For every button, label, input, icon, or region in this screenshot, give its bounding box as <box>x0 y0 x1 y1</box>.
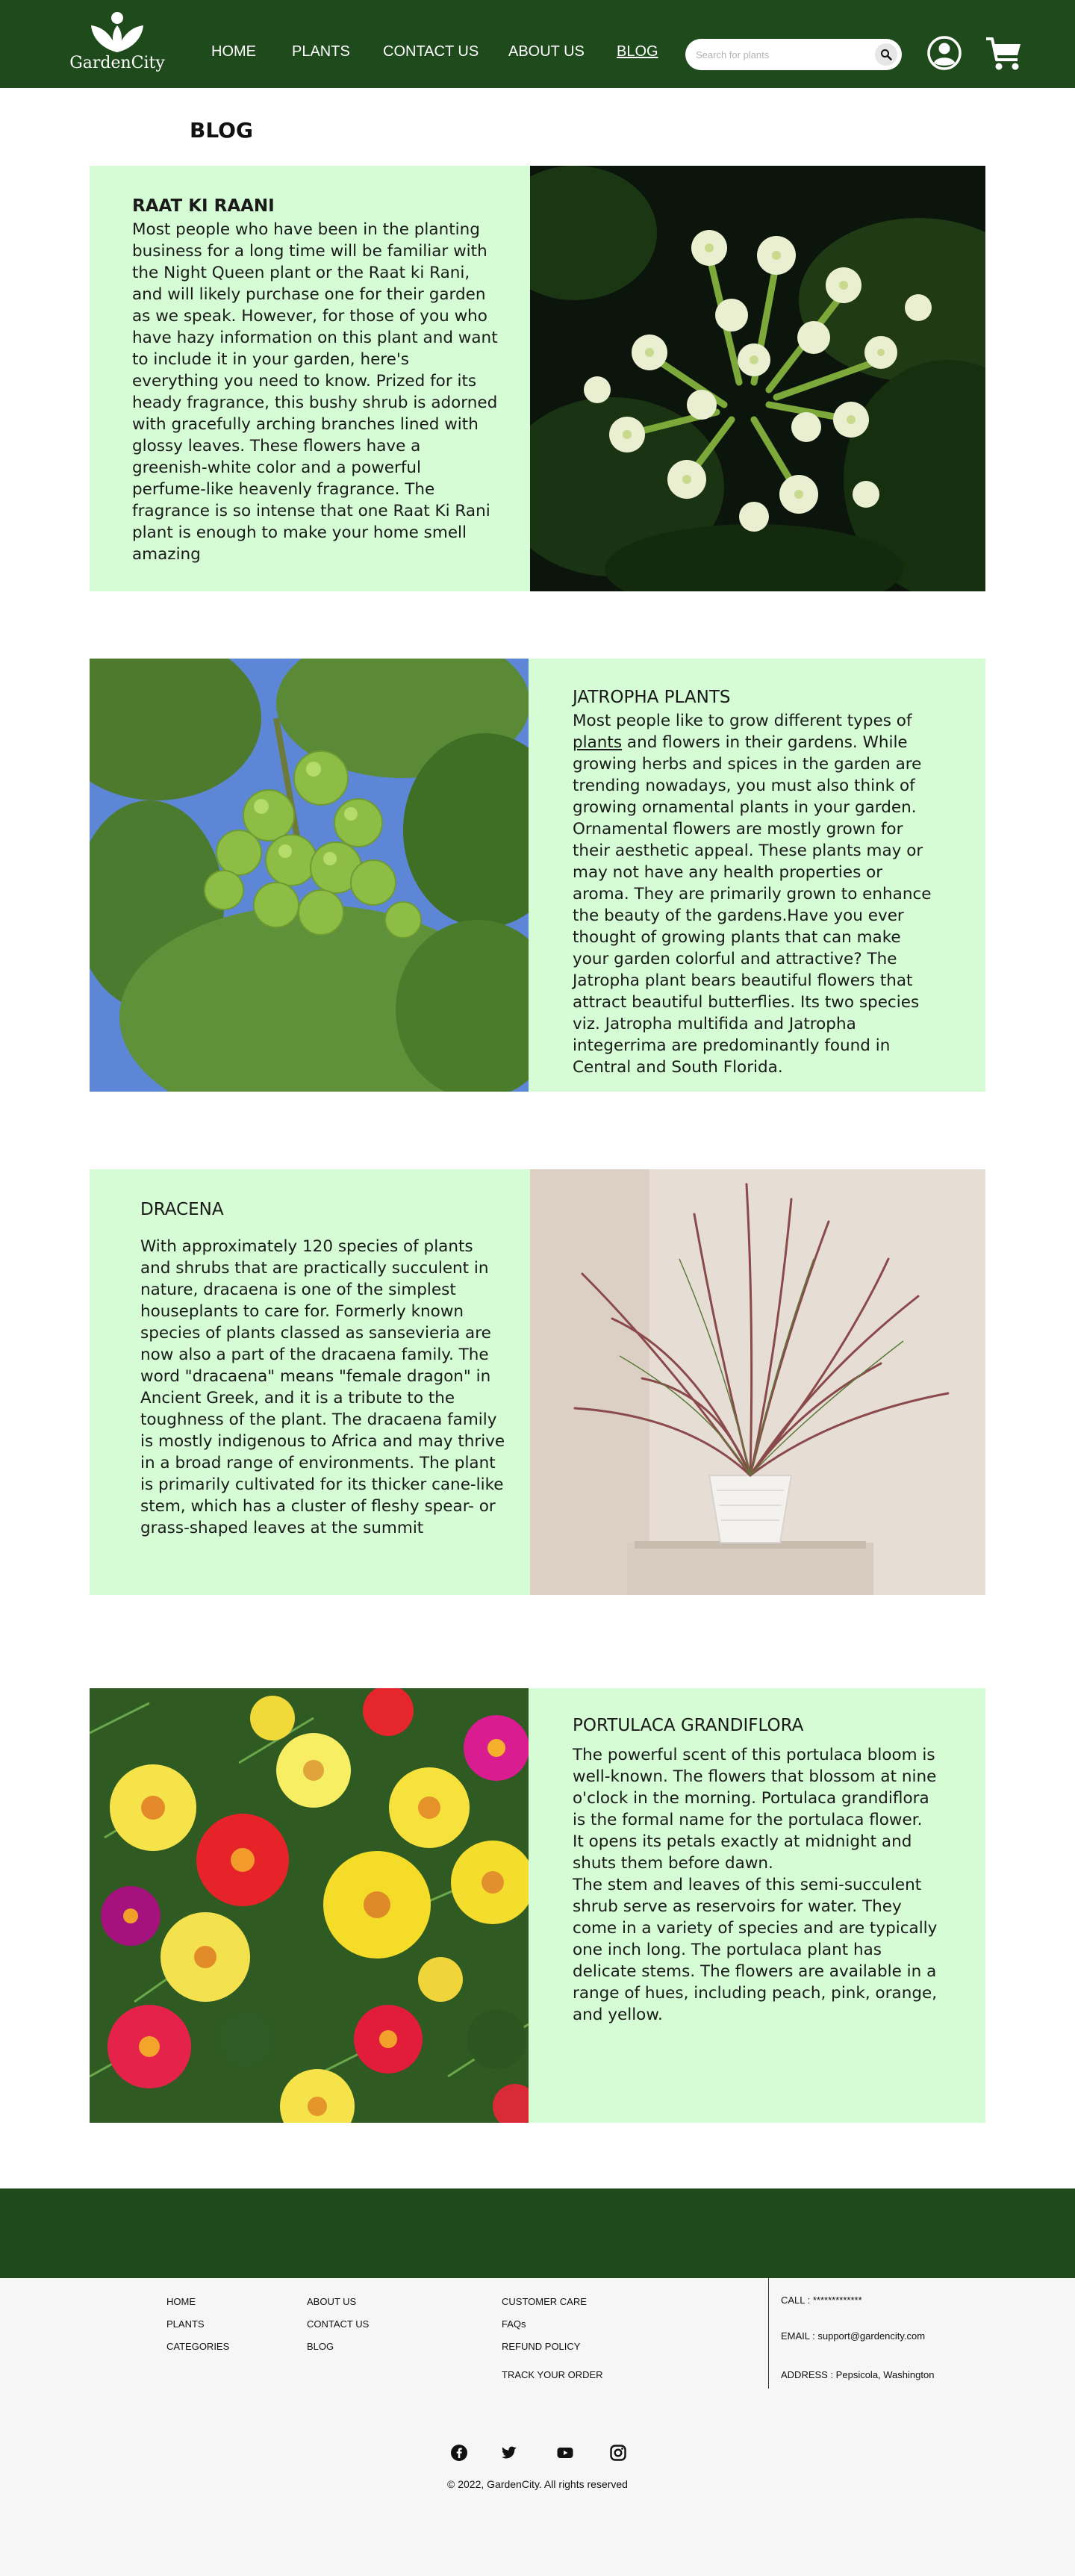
blog-post-portulaca: PORTULACA GRANDIFLORA The powerful scent… <box>90 1688 985 2123</box>
blog-post-dracena: DRACENA With approximately 120 species o… <box>90 1169 985 1595</box>
user-account-icon[interactable] <box>926 34 963 72</box>
footer-link-refund-policy[interactable]: REFUND POLICY <box>502 2341 580 2352</box>
footer-link-categories[interactable]: CATEGORIES <box>166 2341 229 2352</box>
portulaca-flowers-image <box>90 1688 529 2123</box>
footer-divider <box>768 2278 769 2389</box>
post-body-paragraph-2: The stem and leaves of this semi-succule… <box>573 1876 938 2024</box>
blog-post-raat-ki-raani: RAAT KI RAANI Most people who have been … <box>90 166 985 591</box>
twitter-icon[interactable] <box>500 2444 518 2462</box>
post-body-rest: and flowers in their gardens. While grow… <box>573 733 932 1077</box>
instagram-icon[interactable] <box>609 2444 627 2462</box>
nav-blog[interactable]: BLOG <box>617 43 658 60</box>
footer-call: CALL : ************* <box>781 2295 862 2306</box>
nav-contact-us[interactable]: CONTACT US <box>383 43 479 60</box>
post-text: PORTULACA GRANDIFLORA The powerful scent… <box>573 1715 938 2026</box>
jatropha-fruit-image <box>90 659 529 1092</box>
search-button[interactable] <box>875 43 897 66</box>
shopping-cart-icon[interactable] <box>984 33 1024 73</box>
post-body-start: Most people like to grow different types… <box>573 712 912 730</box>
post-text: JATROPHA PLANTS Most people like to grow… <box>573 687 938 1078</box>
footer-link-home[interactable]: HOME <box>166 2296 196 2307</box>
nav-plants[interactable]: PLANTS <box>292 43 350 60</box>
site-header: GardenCity HOME PLANTS CONTACT US ABOUT … <box>0 0 1075 88</box>
night-jasmine-flowers-image <box>530 166 985 591</box>
footer-link-faqs[interactable]: FAQs <box>502 2318 526 2330</box>
leaf-logo-icon <box>91 12 143 52</box>
post-text: RAAT KI RAANI Most people who have been … <box>132 196 498 565</box>
brand-name: GardenCity <box>69 54 165 72</box>
blog-post-jatropha: JATROPHA PLANTS Most people like to grow… <box>90 659 985 1092</box>
post-title: RAAT KI RAANI <box>132 196 275 216</box>
footer-link-plants[interactable]: PLANTS <box>166 2318 205 2330</box>
youtube-icon[interactable] <box>556 2444 574 2462</box>
page-title: BLOG <box>190 118 253 143</box>
footer-band <box>0 2188 1075 2278</box>
post-title: DRACENA <box>140 1200 224 1219</box>
footer-link-about-us[interactable]: ABOUT US <box>307 2296 356 2307</box>
brand-logo[interactable]: GardenCity <box>69 10 166 78</box>
footer-email[interactable]: EMAIL : support@gardencity.com <box>781 2330 925 2342</box>
facebook-icon[interactable] <box>450 2444 468 2462</box>
post-body-paragraph-1: The powerful scent of this portulaca blo… <box>573 1746 937 1873</box>
post-text: DRACENA With approximately 120 species o… <box>140 1199 506 1539</box>
footer-link-blog[interactable]: BLOG <box>307 2341 334 2352</box>
copyright-text: © 2022, GardenCity. All rights reserved <box>447 2478 628 2490</box>
footer-link-contact-us[interactable]: CONTACT US <box>307 2318 369 2330</box>
post-title: PORTULACA GRANDIFLORA <box>573 1716 804 1735</box>
post-body: With approximately 120 species of plants… <box>140 1237 505 1537</box>
footer-link-customer-care[interactable]: CUSTOMER CARE <box>502 2296 587 2307</box>
search-input[interactable] <box>696 39 867 70</box>
search-icon <box>881 49 892 60</box>
nav-about-us[interactable]: ABOUT US <box>508 43 585 60</box>
footer-address: ADDRESS : Pepsicola, Washington <box>781 2369 935 2380</box>
search-bar <box>685 39 902 70</box>
post-title: JATROPHA PLANTS <box>573 688 731 707</box>
site-footer: HOME PLANTS CATEGORIES ABOUT US CONTACT … <box>0 2278 1075 2576</box>
dracaena-plant-image <box>530 1169 985 1595</box>
post-body: Most people who have been in the plantin… <box>132 220 498 564</box>
plants-link[interactable]: plants <box>573 733 622 752</box>
footer-link-track-order[interactable]: TRACK YOUR ORDER <box>502 2369 603 2380</box>
nav-home[interactable]: HOME <box>211 43 256 60</box>
post-body: Most people like to grow different types… <box>573 710 938 1078</box>
